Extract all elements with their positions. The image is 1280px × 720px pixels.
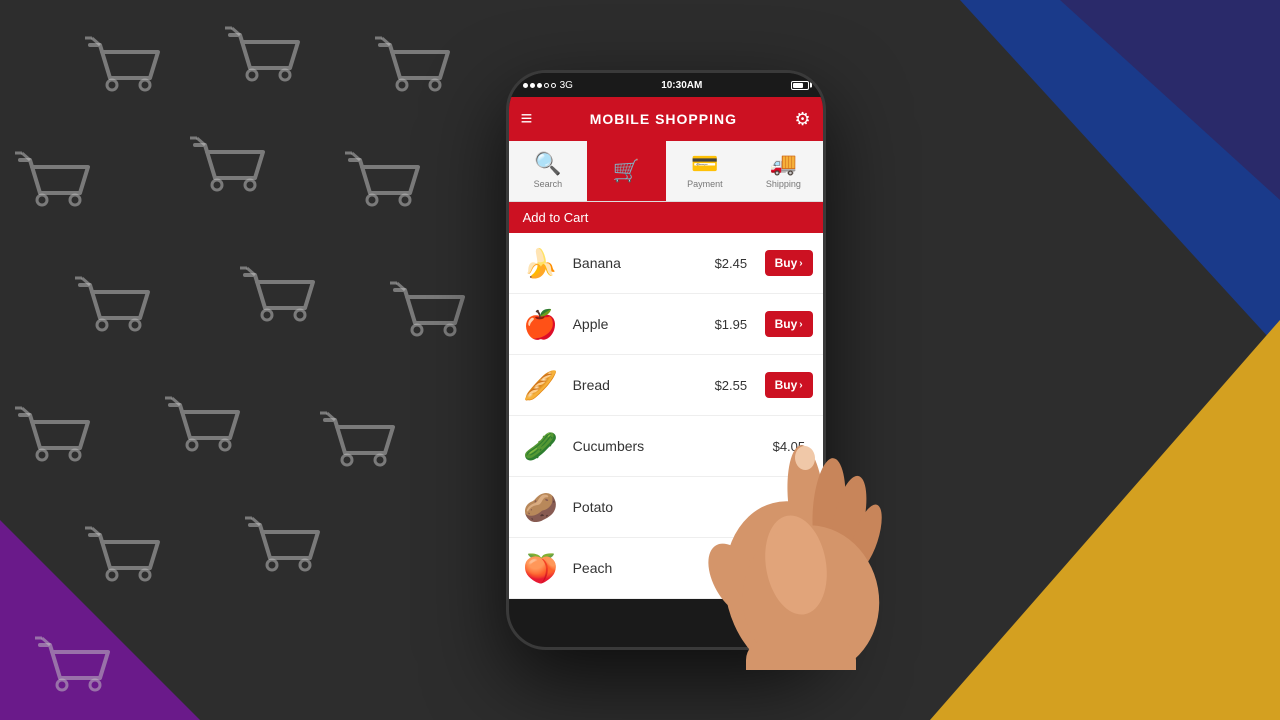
buy-button-peach[interactable]: Buy ›: [765, 555, 813, 581]
product-price-potato: $3.85: [773, 500, 813, 515]
list-item: 🍎 Apple $1.95 Buy ›: [509, 294, 823, 355]
list-item: 🥒 Cucumbers $4.05: [509, 416, 823, 477]
buy-label: Buy: [775, 378, 798, 392]
chevron-right-icon: ›: [799, 258, 802, 269]
chevron-right-icon: ›: [799, 380, 802, 391]
tab-bar: 🔍 Search 🛒 💳 Payment 🚚 Shipping: [509, 141, 823, 202]
tab-cart[interactable]: 🛒: [587, 141, 666, 201]
buy-label: Buy: [775, 256, 798, 270]
cart-tab-icon: 🛒: [613, 160, 640, 182]
product-image-cucumbers: 🥒: [519, 424, 563, 468]
section-label: Add to Cart: [523, 210, 589, 225]
product-price-cucumbers: $4.05: [773, 439, 813, 454]
tab-payment[interactable]: 💳 Payment: [666, 141, 745, 201]
battery-icon: [791, 81, 809, 90]
product-image-banana: 🍌: [519, 241, 563, 285]
signal-dot-1: [523, 83, 528, 88]
product-name-bread: Bread: [573, 377, 705, 393]
product-image-peach: 🍑: [519, 546, 563, 590]
search-tab-icon: 🔍: [534, 153, 561, 175]
signal-dot-2: [530, 83, 535, 88]
tab-shipping[interactable]: 🚚 Shipping: [744, 141, 823, 201]
product-image-apple: 🍎: [519, 302, 563, 346]
network-label: 3G: [560, 80, 573, 91]
signal-dot-5: [551, 83, 556, 88]
section-header: Add to Cart: [509, 202, 823, 233]
product-price-peach: $6.35: [715, 561, 755, 576]
phone-body: 3G 10:30AM ≡ MOBILE SHOPPING ⚙ 🔍 Search …: [506, 70, 826, 650]
app-title: MOBILE SHOPPING: [590, 111, 737, 127]
status-bar: 3G 10:30AM: [509, 73, 823, 97]
list-item: 🍌 Banana $2.45 Buy ›: [509, 233, 823, 294]
product-name-banana: Banana: [573, 255, 705, 271]
product-name-apple: Apple: [573, 316, 705, 332]
battery-fill: [793, 83, 804, 88]
product-price-bread: $2.55: [715, 378, 755, 393]
buy-button-banana[interactable]: Buy ›: [765, 250, 813, 276]
chevron-right-icon: ›: [799, 319, 802, 330]
battery-area: [791, 81, 809, 90]
signal-dots: [523, 83, 556, 88]
time-label: 10:30AM: [661, 80, 702, 91]
tab-search[interactable]: 🔍 Search: [509, 141, 588, 201]
signal-area: 3G: [523, 80, 573, 91]
product-name-cucumbers: Cucumbers: [573, 438, 763, 454]
signal-dot-3: [537, 83, 542, 88]
app-header: ≡ MOBILE SHOPPING ⚙: [509, 97, 823, 141]
list-item: 🥖 Bread $2.55 Buy ›: [509, 355, 823, 416]
settings-icon[interactable]: ⚙: [794, 109, 810, 130]
tab-search-label: Search: [534, 179, 563, 189]
product-name-peach: Peach: [573, 560, 705, 576]
buy-button-bread[interactable]: Buy ›: [765, 372, 813, 398]
product-price-apple: $1.95: [715, 317, 755, 332]
list-item: 🥔 Potato $3.85: [509, 477, 823, 538]
payment-tab-icon: 💳: [691, 153, 718, 175]
buy-label: Buy: [775, 561, 798, 575]
menu-icon[interactable]: ≡: [521, 108, 533, 131]
product-list: 🍌 Banana $2.45 Buy › 🍎 Apple $1.95 Buy ›…: [509, 233, 823, 599]
product-name-potato: Potato: [573, 499, 763, 515]
signal-dot-4: [544, 83, 549, 88]
chevron-right-icon: ›: [799, 563, 802, 574]
tab-payment-label: Payment: [687, 179, 723, 189]
product-image-potato: 🥔: [519, 485, 563, 529]
product-image-bread: 🥖: [519, 363, 563, 407]
shipping-tab-icon: 🚚: [770, 153, 797, 175]
product-price-banana: $2.45: [715, 256, 755, 271]
buy-button-apple[interactable]: Buy ›: [765, 311, 813, 337]
phone-mockup: 3G 10:30AM ≡ MOBILE SHOPPING ⚙ 🔍 Search …: [506, 70, 826, 650]
list-item: 🍑 Peach $6.35 Buy ›: [509, 538, 823, 599]
tab-shipping-label: Shipping: [766, 179, 801, 189]
buy-label: Buy: [775, 317, 798, 331]
